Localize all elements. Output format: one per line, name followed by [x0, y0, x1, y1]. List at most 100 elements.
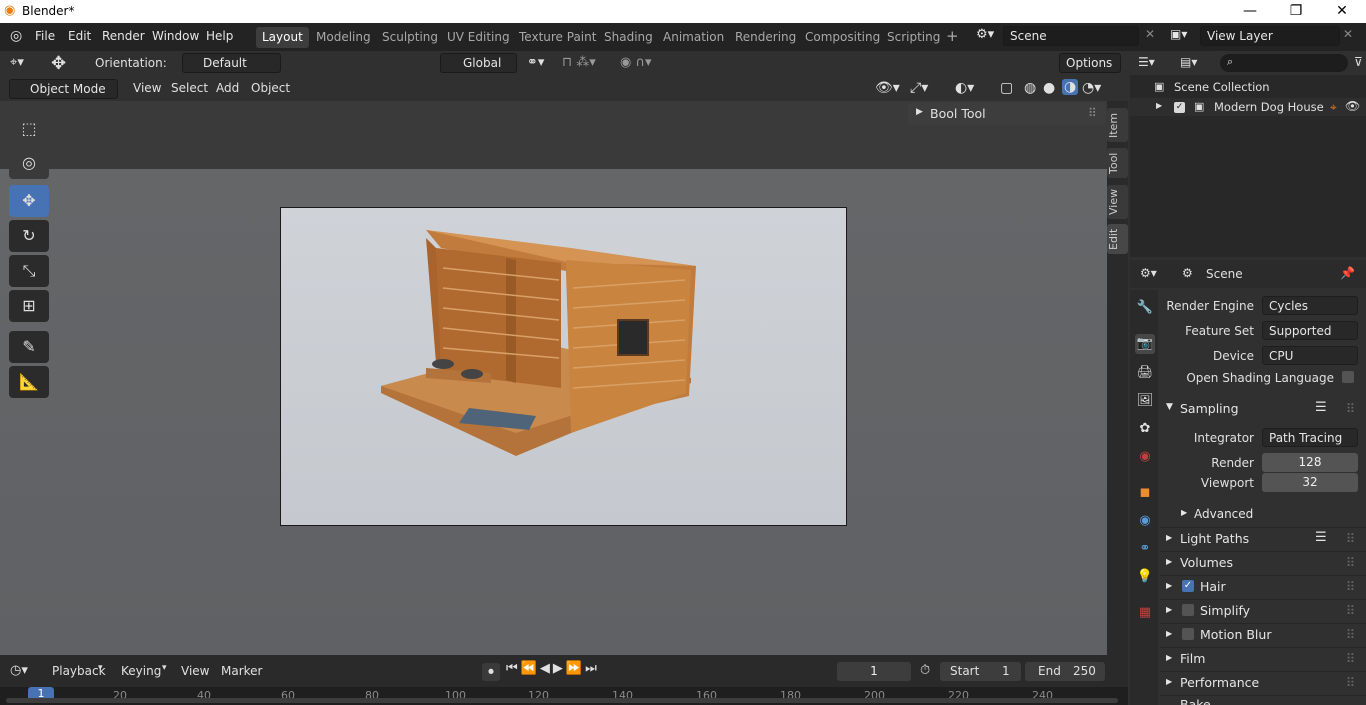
viewport-menu-add[interactable]: Add	[216, 81, 239, 95]
timeline-menu-view[interactable]: View	[181, 664, 209, 678]
render-samples-field[interactable]: 128	[1262, 453, 1358, 472]
minimize-button[interactable]: —	[1227, 0, 1273, 23]
physics-tab-icon[interactable]: ◉	[1135, 511, 1155, 531]
solid-shading-icon[interactable]: ●	[1043, 80, 1055, 96]
start-frame-field[interactable]: Start 1	[940, 662, 1021, 681]
expand-arrow-icon[interactable]: ▶	[1156, 101, 1162, 110]
tool-tab-icon[interactable]: 🔧	[1135, 298, 1155, 318]
texture-tab-icon[interactable]: ▦	[1135, 603, 1155, 623]
properties-editor-icon[interactable]: ⚙▾	[1140, 266, 1157, 280]
light-paths-panel-header[interactable]: ▶ Light Paths ☰ ⠿	[1160, 527, 1366, 549]
measure-tool[interactable]: 📐	[9, 366, 49, 398]
tab-animation[interactable]: Animation	[657, 27, 730, 48]
timeline-editor-icon[interactable]: ◷▾	[10, 663, 28, 678]
view-layer-icon[interactable]: ▣▾	[1170, 27, 1187, 41]
render-tab-icon[interactable]: 📷	[1135, 334, 1155, 354]
timeline-scrollbar[interactable]	[6, 698, 1118, 703]
orientation-dropdown[interactable]: Default	[182, 53, 281, 73]
overlay-icon[interactable]: ◐▾	[955, 80, 974, 96]
current-frame-field[interactable]: 1	[837, 662, 911, 681]
presets-icon[interactable]: ☰	[1315, 530, 1327, 545]
data-tab-icon[interactable]: 💡	[1135, 567, 1155, 587]
editor-type-icon[interactable]: ⌖▾	[10, 55, 24, 70]
3d-viewport[interactable]: ✥ ⬚ ◎ ↻ ⤡ ⊞ ✎ 📐 ▶ Bool Tool ⠿	[0, 101, 1107, 655]
playback-controls[interactable]: ⏮⏪◀▶⏩⏭	[506, 661, 600, 676]
tab-tool[interactable]: Tool	[1107, 148, 1128, 178]
hair-panel-header[interactable]: ▶ ✓ Hair ⠿	[1160, 575, 1366, 597]
drag-handle-icon[interactable]: ⠿	[1346, 531, 1355, 546]
timeline-menu-keying[interactable]: Keying	[121, 664, 161, 678]
viewport-menu-object[interactable]: Object	[251, 81, 290, 95]
tab-item[interactable]: Item	[1107, 108, 1128, 142]
outliner-editor-icon[interactable]: ☰▾	[1138, 55, 1155, 69]
menu-file[interactable]: File	[35, 29, 55, 43]
wireframe-shading-icon[interactable]: ◍	[1024, 80, 1036, 96]
transform-orientation-dropdown[interactable]: Global	[440, 53, 517, 73]
menu-help[interactable]: Help	[206, 29, 233, 43]
xray-icon[interactable]: ▢	[1000, 80, 1013, 96]
move-tool-button[interactable]: ✥	[9, 185, 49, 217]
proportional-edit-icon[interactable]: ◉ ∩▾	[620, 55, 652, 70]
end-frame-field[interactable]: End 250	[1025, 662, 1105, 681]
gizmo-icon[interactable]: ⤢▾	[910, 80, 928, 96]
mode-dropdown[interactable]: Object Mode	[9, 79, 118, 99]
record-button[interactable]: ⏺	[482, 663, 500, 681]
world-tab-icon[interactable]: ◉	[1135, 447, 1155, 467]
scene-selector-icon[interactable]: ⚙▾	[976, 27, 994, 42]
view-layer-remove-icon[interactable]: ✕	[1343, 27, 1353, 41]
viewport-menu-view[interactable]: View	[133, 81, 161, 95]
hair-checkbox[interactable]: ✓	[1182, 580, 1194, 592]
motion-blur-panel-header[interactable]: ▶ Motion Blur ⠿	[1160, 623, 1366, 645]
maximize-button[interactable]: ❐	[1273, 0, 1319, 23]
menu-edit[interactable]: Edit	[68, 29, 91, 43]
viewport-samples-field[interactable]: 32	[1262, 473, 1358, 492]
tab-modeling[interactable]: Modeling	[310, 27, 377, 48]
transform-tool[interactable]: ⊞	[9, 290, 49, 322]
tab-edit[interactable]: Edit	[1107, 224, 1128, 254]
drag-handle-icon[interactable]: ⠿	[1346, 627, 1355, 642]
tab-view[interactable]: View	[1107, 185, 1128, 219]
tab-scripting[interactable]: Scripting	[881, 27, 946, 48]
film-panel-header[interactable]: ▶ Film ⠿	[1160, 647, 1366, 669]
select-box-tool[interactable]: ⬚	[9, 113, 49, 145]
device-dropdown[interactable]: CPU	[1262, 346, 1358, 365]
drag-handle-icon[interactable]: ⠿	[1346, 555, 1355, 570]
timeline-menu-marker[interactable]: Marker	[221, 664, 262, 678]
drag-handle-icon[interactable]: ⠿	[1346, 603, 1355, 618]
display-mode-icon[interactable]: ▤▾	[1180, 55, 1197, 69]
pin-icon[interactable]: 📌	[1340, 266, 1355, 280]
feature-set-dropdown[interactable]: Supported	[1262, 321, 1358, 340]
rendered-shading-icon[interactable]: ◔▾	[1082, 80, 1101, 96]
sampling-panel-header[interactable]: ▼ Sampling ☰ ⠿	[1160, 398, 1366, 420]
clock-icon[interactable]: ⏱	[920, 663, 930, 678]
scene-tab-icon[interactable]: ✿	[1135, 419, 1155, 439]
bool-tool-panel[interactable]: ▶ Bool Tool ⠿	[908, 103, 1106, 125]
outliner-search-input[interactable]	[1220, 54, 1348, 72]
drag-handle-icon[interactable]: ⠿	[1346, 401, 1355, 416]
drag-handle-icon[interactable]: ⠿	[1346, 651, 1355, 666]
integrator-dropdown[interactable]: Path Tracing	[1262, 428, 1358, 447]
scene-remove-icon[interactable]: ✕	[1145, 27, 1155, 41]
drag-handle-icon[interactable]: ⠿	[1346, 579, 1355, 594]
drag-handle-icon[interactable]: ⠿	[1346, 675, 1355, 690]
tab-compositing[interactable]: Compositing	[799, 27, 886, 48]
constraints-tab-icon[interactable]: ⚭	[1135, 539, 1155, 559]
material-shading-icon[interactable]: ◑	[1062, 79, 1079, 95]
blender-menu-icon[interactable]: ◎	[10, 28, 22, 44]
options-dropdown[interactable]: Options	[1059, 53, 1121, 73]
pivot-icon[interactable]: ⚭▾	[527, 55, 544, 70]
advanced-subpanel-header[interactable]: ▶ Advanced	[1175, 504, 1355, 526]
outliner-row-item[interactable]: ▶ ✓ ▣ Modern Dog House ⌖ 👁	[1130, 98, 1366, 116]
add-workspace-icon[interactable]: +	[946, 27, 959, 45]
visibility-icon[interactable]: 👁▾	[875, 80, 900, 96]
tab-layout[interactable]: Layout	[256, 27, 309, 48]
tab-sculpting[interactable]: Sculpting	[376, 27, 444, 48]
volumes-panel-header[interactable]: ▶ Volumes ⠿	[1160, 551, 1366, 573]
close-button[interactable]: ✕	[1319, 0, 1365, 23]
object-tab-icon[interactable]: ◼	[1135, 483, 1155, 503]
simplify-panel-header[interactable]: ▶ Simplify ⠿	[1160, 599, 1366, 621]
menu-window[interactable]: Window	[152, 29, 199, 43]
tab-uv-editing[interactable]: UV Editing	[441, 27, 516, 48]
viewport-menu-select[interactable]: Select	[171, 81, 208, 95]
rotate-tool[interactable]: ↻	[9, 220, 49, 252]
